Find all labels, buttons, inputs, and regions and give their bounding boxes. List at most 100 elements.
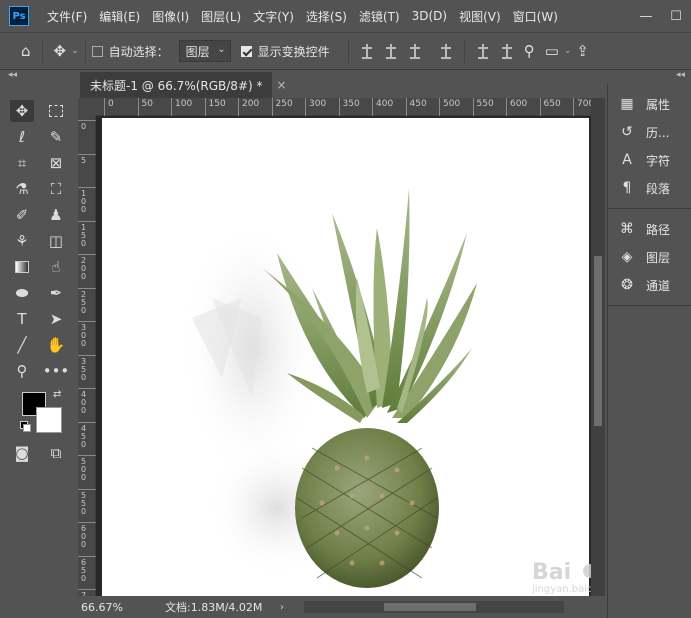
panel-group-1: ▦ 属性 ↺ 历... A 字符 ¶ 段落 — [608, 84, 691, 209]
crop-tool-icon[interactable]: ⌗ — [10, 152, 34, 174]
show-transform-controls-checkbox[interactable] — [240, 45, 252, 57]
zoom-tool-icon[interactable]: ⚲ — [10, 360, 34, 382]
ruler-tick-label: 400 — [376, 99, 394, 109]
ruler-tick-label: 250 — [275, 99, 293, 109]
move-tool-icon[interactable]: ✥ — [49, 42, 72, 60]
clone-stamp-tool-icon[interactable]: ♟ — [44, 204, 68, 226]
panel-character[interactable]: A 字符 — [608, 146, 691, 174]
vertical-scroll-thumb[interactable] — [594, 256, 602, 426]
default-colors-icon[interactable] — [20, 421, 31, 432]
eyedropper-tool-icon[interactable]: ⚗ — [10, 178, 34, 200]
menu-window[interactable]: 窗口(W) — [507, 8, 564, 25]
horizontal-ruler[interactable]: 0 50 100 150 200 250 300 350 400 450 500 550 600 650 7… — [96, 98, 594, 116]
menu-image[interactable]: 图像(I) — [146, 8, 195, 25]
ruler-tick: 350 — [338, 98, 360, 116]
panel-dock: ▦ 属性 ↺ 历... A 字符 ¶ 段落 ⌘ 路径 ◈ 图层 ❂ 通道 — [607, 84, 691, 618]
background-color-swatch[interactable] — [36, 407, 62, 433]
ruler-corner[interactable] — [78, 98, 96, 116]
brush-tool-icon[interactable]: ✐ — [10, 204, 34, 226]
gradient-tool-icon[interactable] — [10, 256, 34, 278]
horizontal-scrollbar[interactable] — [304, 601, 564, 613]
collapse-panels-icon[interactable]: ◂◂ — [665, 70, 685, 84]
align-horizontal-center-icon[interactable] — [384, 44, 398, 59]
paths-icon: ⌘ — [620, 221, 634, 237]
panel-history[interactable]: ↺ 历... — [608, 118, 691, 146]
panel-channels[interactable]: ❂ 通道 — [608, 271, 691, 299]
minimize-button[interactable]: — — [631, 9, 661, 24]
align-vertical-center-icon[interactable] — [500, 44, 514, 59]
pen-tool-icon[interactable]: ✒ — [44, 282, 68, 304]
swap-colors-icon[interactable]: ⇄ — [53, 389, 61, 400]
menu-bar: Ps 文件(F) 编辑(E) 图像(I) 图层(L) 文字(Y) 选择(S) 滤… — [0, 0, 691, 32]
menu-filter[interactable]: 滤镜(T) — [353, 8, 406, 25]
blur-tool-icon[interactable]: ☝ — [44, 256, 68, 278]
maximize-button[interactable]: ☐ — [661, 9, 691, 24]
align-right-icon[interactable] — [408, 44, 422, 59]
document-tab[interactable]: 未标题-1 @ 66.7%(RGB/8#) * × — [80, 72, 287, 98]
history-brush-tool-icon[interactable]: ⚘ — [10, 230, 34, 252]
dropdown-value: 图层 — [185, 44, 210, 59]
ruler-tick-label: 2 5 0 — [81, 289, 87, 315]
path-selection-tool-icon[interactable]: ➤ — [44, 308, 68, 330]
paragraph-icon: ¶ — [622, 180, 632, 196]
divider — [84, 39, 86, 63]
menu-file[interactable]: 文件(F) — [41, 8, 93, 25]
dodge-tool-icon[interactable]: ⬬ — [10, 282, 34, 304]
quick-mask-icon[interactable]: ◙ — [10, 442, 34, 464]
distribute-icon[interactable] — [439, 44, 453, 59]
panel-paths[interactable]: ⌘ 路径 — [608, 215, 691, 243]
spot-healing-tool-icon[interactable]: ⛶ — [44, 178, 68, 200]
align-left-icon[interactable] — [360, 44, 374, 59]
ruler-tick: 0 — [78, 120, 96, 131]
ruler-tick: 650 — [539, 98, 561, 116]
chevron-down-icon[interactable]: ⌄ — [564, 46, 572, 56]
panel-paragraph[interactable]: ¶ 段落 — [608, 174, 691, 202]
panel-properties[interactable]: ▦ 属性 — [608, 90, 691, 118]
menu-type[interactable]: 文字(Y) — [247, 8, 300, 25]
horizontal-scroll-thumb[interactable] — [384, 603, 476, 611]
chevron-down-icon[interactable]: ⌄ — [71, 46, 79, 56]
home-icon[interactable]: ⌂ — [16, 42, 36, 60]
hand-tool-icon[interactable]: ✋ — [44, 334, 68, 356]
close-icon[interactable]: × — [277, 78, 287, 92]
marquee-tool-icon[interactable] — [44, 100, 68, 122]
search-icon[interactable]: ⚲ — [519, 42, 540, 60]
workspace-icon[interactable]: ▭ — [540, 42, 564, 60]
vertical-scrollbar[interactable] — [591, 98, 605, 596]
document-size-info: 文档:1.83M/4.02M — [165, 601, 263, 614]
more-tools-icon[interactable]: ••• — [43, 360, 70, 382]
frame-tool-icon[interactable]: ⊠ — [44, 152, 68, 174]
panel-label: 通道 — [646, 278, 671, 293]
menu-3d[interactable]: 3D(D) — [406, 9, 453, 23]
lasso-tool-icon[interactable]: ℓ — [10, 126, 34, 148]
screen-mode-icon[interactable]: ⧉ — [44, 442, 68, 464]
status-menu-arrow-icon[interactable]: › — [280, 602, 298, 613]
menu-select[interactable]: 选择(S) — [300, 8, 353, 25]
type-tool-icon[interactable]: T — [10, 308, 34, 330]
share-icon[interactable]: ⇪ — [571, 42, 594, 60]
document-canvas[interactable] — [102, 118, 589, 596]
ruler-tick-label: 3 5 0 — [81, 356, 87, 382]
ruler-tick-label: 5 5 0 — [81, 490, 87, 516]
vertical-ruler[interactable]: 0 5 1 0 0 1 5 0 2 0 0 2 5 0 3 0 0 3 5 0 4 0 0 4 5… — [78, 116, 96, 616]
document-tab-title: 未标题-1 @ 66.7%(RGB/8#) * — [90, 78, 263, 93]
ruler-tick: 2 5 0 — [78, 287, 96, 314]
auto-select-target-dropdown[interactable]: 图层 ⌄ — [178, 40, 231, 62]
menu-edit[interactable]: 编辑(E) — [93, 8, 146, 25]
line-tool-icon[interactable]: ╱ — [10, 334, 34, 356]
menu-view[interactable]: 视图(V) — [453, 8, 507, 25]
zoom-level[interactable]: 66.67% — [78, 601, 130, 614]
quick-selection-tool-icon[interactable]: ✎ — [44, 126, 68, 148]
baidu-jingyan-watermark: Bai 经验 jingyan.baidu.com — [531, 560, 591, 595]
menu-layer[interactable]: 图层(L) — [195, 8, 247, 25]
auto-select-checkbox[interactable] — [91, 45, 103, 57]
panel-label: 属性 — [646, 97, 671, 112]
collapse-toolbar-icon[interactable]: ◂◂ — [0, 70, 44, 84]
move-tool-icon[interactable]: ✥ — [10, 100, 34, 122]
canvas-area[interactable]: Bai 经验 jingyan.baidu.com — [96, 116, 591, 596]
photoshop-logo-icon[interactable]: Ps — [9, 6, 29, 26]
align-top-icon[interactable] — [476, 44, 490, 59]
eraser-tool-icon[interactable]: ◫ — [44, 230, 68, 252]
panel-layers[interactable]: ◈ 图层 — [608, 243, 691, 271]
ruler-tick: 0 — [104, 98, 114, 116]
